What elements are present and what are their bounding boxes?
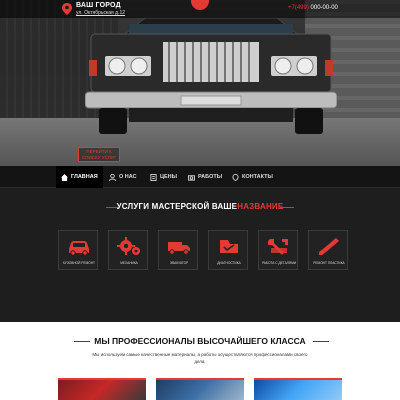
address-link[interactable]: ул. Октябрьская д.12 (76, 10, 125, 16)
brush-icon (319, 238, 339, 255)
nav-item-works[interactable]: РАБОТЫ (183, 166, 227, 188)
nav-label: РАБОТЫ (198, 174, 223, 180)
user-icon (109, 173, 116, 181)
camera-icon (188, 174, 195, 181)
phone-digits: 000-00-00 (310, 5, 338, 11)
services-title: УСЛУГИ МАСТЕРСКОЙ ВАШЕНАЗВАНИЕ (0, 202, 400, 211)
accent-bar (156, 378, 244, 380)
service-label: РЕМОНТ ПЛАСТИКА (313, 261, 345, 265)
about-title: МЫ ПРОФЕССИОНАЛЫ ВЫСОЧАЙШЕГО КЛАССА (94, 336, 306, 346)
nav-item-contacts[interactable]: КОНТАКТЫ (227, 166, 278, 188)
gallery-image[interactable] (156, 378, 244, 400)
location-icon (232, 173, 239, 181)
about-section: МЫ ПРОФЕССИОНАЛЫ ВЫСОЧАЙШЕГО КЛАССА Мы и… (0, 322, 400, 400)
city-label: ВАШ ГОРОД (76, 2, 121, 9)
service-tile-plastic-repair[interactable]: РЕМОНТ ПЛАСТИКА (308, 230, 348, 270)
nav-label: ГЛАВНАЯ (71, 174, 98, 180)
services-section: УСЛУГИ МАСТЕРСКОЙ ВАШЕНАЗВАНИЕ КУЗОВНОЙ … (0, 188, 400, 322)
main-nav: ГЛАВНАЯ О НАС ЦЕНЫ РАБОТЫ КОНТАКТЫ (0, 166, 400, 188)
services-list-button[interactable]: ПЕРЕЙТИ К СПИСКУ УСЛУГ (78, 147, 120, 162)
phone-code: +7(499) (288, 5, 309, 11)
divider (313, 341, 329, 342)
gears-icon (117, 237, 140, 255)
gallery-image[interactable] (254, 378, 342, 400)
title-brand-a: ВАШЕ (211, 202, 238, 211)
hero-banner: ВАШ ГОРОД ул. Октябрьская д.12 +7(499) 0… (0, 0, 400, 166)
gallery-image[interactable] (58, 378, 146, 400)
document-icon (150, 173, 157, 181)
diagnostics-icon (220, 240, 238, 253)
about-text: Мы используем самые качественные материа… (92, 352, 308, 364)
nav-item-prices[interactable]: ЦЕНЫ (145, 166, 182, 188)
nav-label: ЦЕНЫ (160, 174, 178, 180)
nav-item-home[interactable]: ГЛАВНАЯ (56, 166, 103, 188)
service-label: РАБОТА С ДЕТАЛЯМИ (261, 261, 297, 265)
car-icon (69, 241, 89, 256)
phone-number[interactable]: +7(499) 000-00-00 (288, 5, 338, 11)
title-brand-b: НАЗВАНИЕ (237, 202, 284, 211)
nav-label: КОНТАКТЫ (242, 174, 273, 180)
car-image (85, 17, 337, 134)
service-label: МЕХАНИКА (120, 261, 138, 265)
service-label: ЭВАКУАТОР (169, 261, 189, 265)
gallery-preview (58, 378, 342, 400)
service-tile-bodywork[interactable]: КУЗОВНОЙ РЕМОНТ (58, 230, 98, 270)
service-tile-diagnostics[interactable]: ДИАГНОСТИКА (208, 230, 248, 270)
accent-bar (254, 378, 342, 380)
divider (280, 207, 294, 208)
truck-icon (168, 242, 190, 255)
service-tile-tow-truck[interactable]: ЭВАКУАТОР (158, 230, 198, 270)
nav-label: О НАС (119, 174, 137, 180)
home-icon (61, 173, 68, 181)
service-tile-mechanics[interactable]: МЕХАНИКА (108, 230, 148, 270)
nav-item-about[interactable]: О НАС (104, 166, 142, 188)
services-grid: КУЗОВНОЙ РЕМОНТ МЕХАНИКА ЭВАКУАТОР ДИАГН… (58, 230, 348, 274)
title-main: УСЛУГИ МАСТЕРСКОЙ (116, 202, 212, 211)
location-pin-icon (62, 3, 72, 15)
service-label: ДИАГНОСТИКА (217, 261, 241, 265)
service-tile-parts[interactable]: РАБОТА С ДЕТАЛЯМИ (258, 230, 298, 270)
service-label: КУЗОВНОЙ РЕМОНТ (63, 261, 95, 265)
wrench-icon (268, 239, 288, 255)
accent-bar (58, 378, 146, 380)
